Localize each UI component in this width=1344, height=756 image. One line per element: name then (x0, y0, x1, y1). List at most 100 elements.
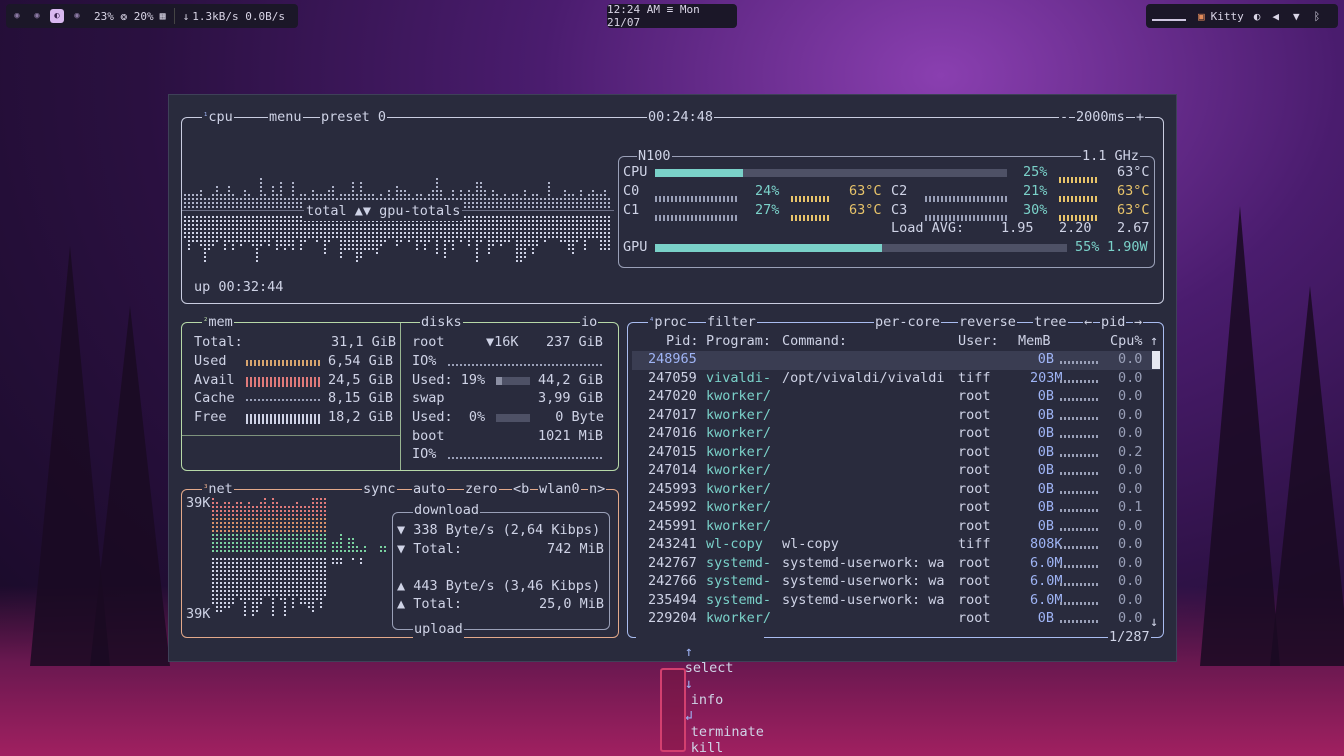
disks-title[interactable]: disks (420, 313, 463, 331)
wifi-icon[interactable]: ▼ (1293, 10, 1300, 23)
header-pid[interactable]: Pid: (666, 333, 699, 349)
table-row[interactable]: 247014 kworker/root 0B 0.0 (628, 462, 1168, 481)
load-avg-15: 2.67 (1117, 220, 1150, 236)
header-mem[interactable]: MemB (1018, 333, 1051, 349)
select-down-icon[interactable]: ↓ (685, 676, 693, 692)
disk-root-used-value: 44,2 GiB (538, 372, 604, 388)
volume-icon[interactable]: ◀ (1272, 10, 1279, 23)
table-row[interactable]: 235494 systemd-systemd-userwork: wa root 6.… (628, 592, 1168, 611)
table-row[interactable]: 242767 systemd-systemd-userwork: wa root 6.… (628, 555, 1168, 574)
wallpaper-tree (90, 306, 170, 666)
net-prev-iface-button[interactable]: <b (512, 480, 531, 498)
enter-icon: ↲ (684, 708, 693, 724)
net-zero-button[interactable]: zero (464, 480, 499, 498)
mem-cache-graph (246, 399, 320, 401)
mem-total-label: Total: (194, 334, 243, 350)
table-row[interactable]: 247016 kworker/root 0B 0.0 (628, 425, 1168, 444)
workspace-1-icon[interactable]: ◉ (10, 9, 24, 23)
bluetooth-icon[interactable]: ᛒ (1314, 10, 1321, 23)
header-cpu[interactable]: Cpu% (1110, 333, 1143, 349)
sort-prev-button[interactable]: ← (1083, 313, 1094, 331)
core-c2-pct: 21% (1023, 183, 1048, 199)
table-row[interactable]: 243241 wl-copy wl-copy tiff 808K 0.0 (628, 536, 1168, 555)
btop-window[interactable]: ¹cpu menu preset 0 00:24:48 - 2000ms + t… (168, 94, 1177, 756)
disk-swap-label: swap (412, 390, 445, 406)
net-next-iface-button[interactable]: n> (588, 480, 607, 498)
topbar-clock[interactable]: 12:24 AM ≡ Mon 21/07 (607, 3, 737, 29)
proc-scrollbar-thumb[interactable] (1152, 351, 1160, 369)
proc-tree-button[interactable]: tree (1033, 313, 1068, 331)
mem-pane-title[interactable]: ²mem (202, 313, 234, 331)
cell-user: root (958, 591, 991, 608)
interval-decrease-button[interactable]: - (1059, 108, 1070, 126)
proc-pane-title[interactable]: ⁴proc (648, 313, 688, 331)
net-scale-bottom: 39K (186, 605, 211, 624)
core-c2-temp-graph (1059, 196, 1099, 202)
load-avg-label: Load AVG: (891, 220, 965, 236)
cell-cpu-graph (1060, 361, 1100, 364)
kill-button[interactable]: kill (691, 740, 724, 756)
mem-free-graph (246, 414, 320, 424)
net-graph (212, 498, 386, 616)
cell-pid: 235494 (648, 591, 697, 608)
workspace-active-icon[interactable]: ◐ (50, 9, 64, 23)
select-button[interactable]: select (685, 660, 734, 676)
workspace-4-icon[interactable]: ◉ (70, 9, 84, 23)
cell-user: root (958, 610, 991, 626)
select-up-icon[interactable]: ↑ (685, 644, 693, 660)
table-row[interactable]: 229204 kworker/root 0B 0.0 (628, 610, 1168, 629)
header-command[interactable]: Command: (782, 333, 847, 349)
core-c1-temp: 63°C (849, 202, 882, 218)
table-row[interactable]: 247059 vivaldi- /opt/vivaldi/vivaldi tiff 20… (628, 370, 1168, 389)
cell-program: kworker/ (706, 517, 772, 534)
cell-user: root (958, 480, 991, 497)
cell-mem: 0B (1037, 480, 1054, 497)
core-c0-pct: 24% (755, 183, 780, 199)
core-c3-label: C3 (891, 202, 908, 218)
cell-mem: 203M (1030, 369, 1063, 386)
cell-program: kworker/ (706, 480, 772, 497)
cell-cpu: 0.0 (1118, 351, 1143, 367)
header-user[interactable]: User: (958, 333, 999, 349)
proc-footer: ↑ select ↓ info ↲ terminate kill signals (636, 628, 764, 756)
net-auto-button[interactable]: auto (412, 480, 447, 498)
table-row[interactable]: 247020 kworker/root 0B 0.0 (628, 388, 1168, 407)
header-program[interactable]: Program: (706, 333, 771, 349)
mem-used-label: Used (194, 353, 227, 369)
cell-cpu-graph (1060, 379, 1100, 383)
cpu-pane-title[interactable]: ¹cpu (202, 108, 234, 126)
table-row[interactable]: 245991 kworker/root 0B 0.0 (628, 518, 1168, 537)
disk-root-io: ▼16K (486, 334, 519, 350)
proc-filter-button[interactable]: filter (706, 313, 757, 331)
cell-program: kworker/ (706, 499, 772, 515)
cell-cpu-graph (1060, 398, 1100, 401)
table-row[interactable]: 242766 systemd-systemd-userwork: wa root 6.… (628, 573, 1168, 592)
interval-increase-button[interactable]: + (1135, 108, 1146, 126)
disk-swap-used-value: 0 Byte (555, 409, 604, 425)
cpu-info-box: N100 1.1 GHz CPU 25% 63°C C0 24% 63°C C1… (618, 147, 1155, 268)
workspace-2-icon[interactable]: ◉ (30, 9, 44, 23)
preset-button[interactable]: preset 0 (320, 108, 388, 126)
table-row[interactable]: 247015 kworker/root 0B 0.2 (628, 444, 1168, 463)
table-row[interactable]: 247017 kworker/root 0B 0.0 (628, 407, 1168, 426)
cell-cpu-graph (1060, 620, 1100, 623)
sort-next-button[interactable]: → (1133, 313, 1144, 331)
mem-avail-graph (246, 377, 320, 387)
proc-reverse-button[interactable]: reverse (958, 313, 1017, 331)
menu-button[interactable]: menu (268, 108, 303, 126)
mem-free-label: Free (194, 409, 227, 425)
toggle-icon[interactable]: ◐ (1254, 10, 1261, 23)
info-button[interactable]: info (691, 692, 724, 708)
proc-per-core-button[interactable]: per-core (874, 313, 942, 331)
table-row[interactable]: 245992 kworker/root 0B 0.1 (628, 499, 1168, 518)
io-toggle[interactable]: io (580, 313, 599, 331)
disk-root-size: 237 GiB (546, 334, 603, 350)
cell-cpu-graph (1060, 546, 1100, 549)
terminate-button[interactable]: terminate (691, 724, 764, 740)
gpu-pct: 55% (1075, 239, 1100, 255)
table-row[interactable]: 248965 0B 0.0 (632, 351, 1160, 370)
cell-pid: 247059 (648, 369, 697, 386)
scroll-down-icon[interactable]: ↓ (1150, 613, 1158, 632)
table-row[interactable]: 245993 kworker/root 0B 0.0 (628, 481, 1168, 500)
disk-boot-size: 1021 MiB (538, 428, 604, 444)
